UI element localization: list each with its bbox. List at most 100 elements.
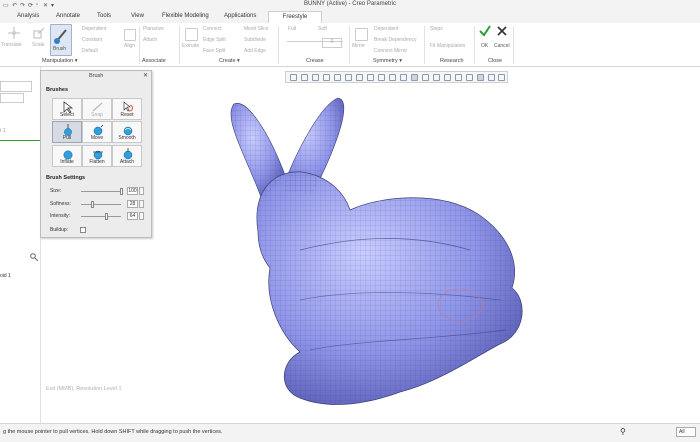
dependent-option[interactable]: Dependent [82, 26, 106, 32]
intensity-spinner[interactable] [139, 212, 144, 220]
tab-annotate[interactable]: Annotate [56, 13, 80, 19]
intensity-slider-track[interactable] [81, 216, 121, 217]
group-divider [513, 26, 514, 64]
symmetry-group-label[interactable]: Symmetry ▾ [373, 58, 402, 64]
cancel-button[interactable]: Cancel [494, 43, 510, 49]
cancel-icon[interactable] [495, 24, 509, 38]
tree-item[interactable]: oid 1 [0, 273, 11, 279]
perspective-icon[interactable] [367, 74, 374, 81]
status-message: g the mouse pointer to pull vertices. Ho… [3, 429, 223, 435]
tree-dropdown[interactable] [0, 93, 24, 103]
planarize-button[interactable]: Planarize [143, 26, 164, 32]
face-split-button[interactable]: Face Split [203, 48, 225, 54]
planes-icon[interactable] [433, 74, 440, 81]
selection-filter-dropdown[interactable]: All [676, 427, 696, 437]
mesh-slice-button[interactable]: Mesh Slice [244, 26, 268, 32]
view-manager-icon[interactable] [334, 74, 341, 81]
constant-option[interactable]: Constant [82, 37, 102, 43]
intensity-slider-thumb[interactable] [105, 213, 109, 220]
transparency-icon[interactable] [488, 74, 495, 81]
subdivide-button[interactable]: Subdivide [244, 37, 266, 43]
csys-icon[interactable] [466, 74, 473, 81]
softness-spinner[interactable] [139, 200, 144, 208]
symmetry-dependent-button[interactable]: Dependent [374, 26, 398, 32]
size-spinner[interactable] [139, 187, 144, 195]
crease-group-label: Crease [306, 58, 324, 64]
group-divider [349, 26, 350, 64]
tab-freestyle[interactable]: Freestyle [268, 11, 322, 23]
fit-manipulation-button[interactable]: Fit Manipulation [430, 43, 465, 49]
size-value-field[interactable]: 100 [127, 187, 138, 195]
mesh-display-icon[interactable] [411, 74, 418, 81]
section-icon[interactable] [378, 74, 385, 81]
size-slider-thumb[interactable] [119, 188, 123, 195]
zoom-in-icon[interactable] [301, 74, 308, 81]
window-title: BUNNY (Active) - Creo Parametric [304, 1, 396, 7]
translate-icon[interactable] [8, 27, 20, 39]
tree-item[interactable]: t 1 [0, 128, 6, 134]
reset-brush-button[interactable]: Reset [112, 98, 142, 120]
brush-dialog[interactable]: Brush ✕ Brushes Select Snap Reset Pull M… [40, 70, 152, 238]
binoculars-icon[interactable]: ⚲ [620, 427, 626, 436]
select-brush-button[interactable]: Select [52, 98, 82, 120]
repaint-icon[interactable] [323, 74, 330, 81]
size-label: Size: [50, 188, 62, 194]
control-mesh-icon[interactable] [477, 74, 484, 81]
intensity-value-field[interactable]: 64 [127, 212, 138, 220]
softness-value-field[interactable]: 28 [127, 200, 138, 208]
bunny-mesh-model[interactable] [152, 88, 572, 418]
tree-filter-field[interactable] [0, 81, 32, 92]
default-option[interactable]: Default [82, 48, 98, 54]
steps-button[interactable]: Steps [430, 26, 443, 32]
pull-brush-button[interactable]: Pull [52, 121, 82, 143]
connect-mirror-button[interactable]: Connect Mirror [374, 48, 407, 54]
manipulation-group-label[interactable]: Manipulation ▾ [42, 58, 77, 64]
edge-split-button[interactable]: Edge Split [203, 37, 226, 43]
translate-label: Translate [1, 42, 22, 48]
axes-icon[interactable] [444, 74, 451, 81]
tab-analysis[interactable]: Analysis [17, 13, 39, 19]
spin-center-icon[interactable] [422, 74, 429, 81]
attach-brush-label: Attach [119, 159, 135, 165]
flatten-brush-button[interactable]: Flatten [82, 145, 112, 167]
brush-dialog-header[interactable]: Brush ✕ [41, 71, 151, 81]
title-bar: ▭ ↶ ↷ ⟳ ▫ ✕ ▾ BUNNY (Active) - Creo Para… [0, 0, 700, 11]
crease-value-field[interactable]: 0 [322, 38, 342, 48]
appearance-icon[interactable] [498, 74, 505, 81]
saved-views-icon[interactable] [345, 74, 352, 81]
datum-display-icon[interactable] [400, 74, 407, 81]
add-edge-button[interactable]: Add Edge [244, 48, 266, 54]
tab-flexible-modeling[interactable]: Flexible Modeling [162, 13, 209, 19]
create-group-label[interactable]: Create ▾ [219, 58, 240, 64]
ok-button[interactable]: OK [481, 43, 488, 49]
scale-icon[interactable] [33, 27, 45, 39]
break-dependency-button[interactable]: Break Dependency [374, 37, 417, 43]
attach-brush-button[interactable]: Attach [112, 145, 142, 167]
ok-icon[interactable] [478, 24, 492, 38]
close-icon[interactable]: ✕ [143, 72, 148, 79]
crease-full-label: Full [288, 26, 297, 32]
smooth-brush-button[interactable]: Smooth [112, 121, 142, 143]
softness-slider-thumb[interactable] [90, 201, 94, 208]
tab-tools[interactable]: Tools [97, 13, 111, 19]
tab-view[interactable]: View [131, 13, 144, 19]
tab-applications[interactable]: Applications [224, 13, 256, 19]
inflate-brush-button[interactable]: Inflate [52, 145, 82, 167]
softness-slider-track[interactable] [81, 204, 121, 205]
flatten-brush-label: Flatten [89, 159, 105, 165]
search-icon[interactable] [30, 253, 39, 262]
align-icon[interactable] [124, 29, 136, 41]
zoom-out-icon[interactable] [312, 74, 319, 81]
move-brush-button[interactable]: Move [82, 121, 112, 143]
refit-icon[interactable] [290, 74, 297, 81]
buildup-checkbox[interactable] [80, 227, 86, 233]
display-style-icon[interactable] [356, 74, 363, 81]
brush-button[interactable]: Brush [50, 24, 72, 56]
annotations-icon[interactable] [389, 74, 396, 81]
points-icon[interactable] [455, 74, 462, 81]
mirror-icon[interactable] [355, 28, 368, 41]
attach-button[interactable]: Attach [143, 37, 157, 43]
size-slider-track[interactable] [81, 191, 121, 192]
connect-button[interactable]: Connect [203, 26, 222, 32]
extrude-icon[interactable] [185, 28, 198, 41]
